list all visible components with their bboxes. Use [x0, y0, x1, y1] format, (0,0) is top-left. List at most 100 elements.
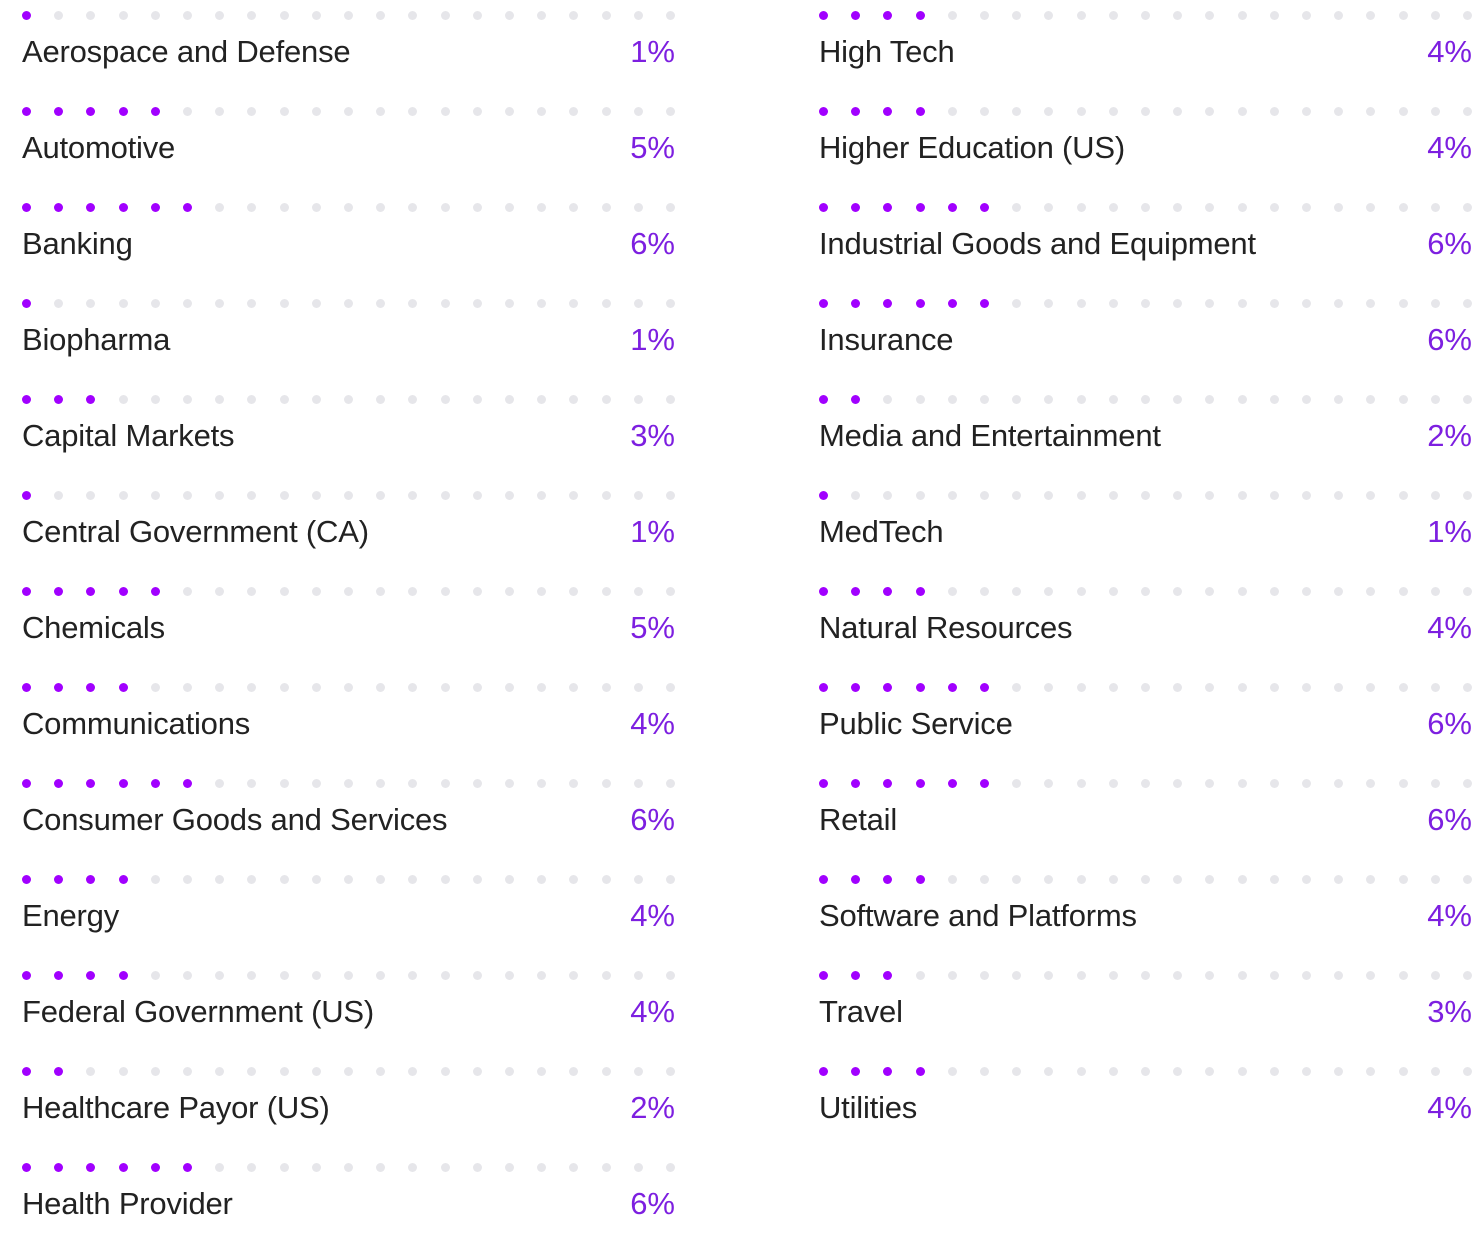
empty-dot [1108, 779, 1118, 788]
empty-dot [601, 203, 611, 212]
empty-dot [311, 107, 321, 116]
industry-row: Consumer Goods and Services 6% [22, 768, 675, 864]
empty-dot [1076, 1067, 1086, 1076]
empty-dot [150, 11, 160, 20]
empty-dot [279, 1067, 289, 1076]
empty-dot [666, 1067, 675, 1076]
empty-dot [118, 1067, 128, 1076]
empty-dot [1269, 875, 1279, 884]
empty-dot [1269, 491, 1279, 500]
filled-dot [22, 971, 31, 980]
dot-bar [22, 874, 675, 886]
empty-dot [1430, 683, 1440, 692]
empty-dot [1302, 203, 1311, 212]
empty-dot [86, 299, 96, 308]
empty-dot [1173, 779, 1183, 788]
empty-dot [440, 971, 450, 980]
empty-dot [1108, 299, 1118, 308]
industry-row: Healthcare Payor (US) 2% [22, 1056, 675, 1152]
empty-dot [1173, 683, 1183, 692]
empty-dot [1173, 395, 1183, 404]
industry-row: Media and Entertainment 2% [819, 384, 1472, 480]
empty-dot [1076, 875, 1086, 884]
empty-dot [1108, 395, 1118, 404]
empty-dot [1141, 395, 1150, 404]
filled-dot [947, 299, 957, 308]
industry-percent: 1% [630, 322, 675, 357]
empty-dot [1108, 587, 1118, 596]
empty-dot [947, 875, 957, 884]
empty-dot [633, 299, 643, 308]
empty-dot [666, 683, 675, 692]
empty-dot [1334, 395, 1344, 404]
filled-dot [851, 395, 861, 404]
empty-dot [1430, 587, 1440, 596]
industry-row: Biopharma 1% [22, 288, 675, 384]
empty-dot [569, 779, 579, 788]
empty-dot [851, 491, 861, 500]
dot-bar [819, 586, 1472, 598]
empty-dot [376, 683, 386, 692]
empty-dot [601, 1067, 611, 1076]
empty-dot [86, 491, 96, 500]
empty-dot [947, 11, 957, 20]
empty-dot [440, 491, 450, 500]
empty-dot [1044, 491, 1054, 500]
dot-bar [22, 586, 675, 598]
empty-dot [1430, 203, 1440, 212]
empty-dot [1237, 299, 1247, 308]
industry-percent: 1% [630, 514, 675, 549]
filled-dot [22, 1163, 31, 1172]
empty-dot [1012, 203, 1022, 212]
empty-dot [1302, 491, 1311, 500]
filled-dot [22, 395, 31, 404]
empty-dot [215, 107, 225, 116]
empty-dot [247, 683, 257, 692]
empty-dot [666, 395, 675, 404]
dot-bar [819, 490, 1472, 502]
empty-dot [1012, 11, 1022, 20]
empty-dot [633, 683, 643, 692]
filled-dot [86, 875, 96, 884]
empty-dot [183, 491, 192, 500]
empty-dot [1076, 203, 1086, 212]
empty-dot [601, 1163, 611, 1172]
empty-dot [1430, 107, 1440, 116]
empty-dot [1430, 875, 1440, 884]
empty-dot [86, 11, 96, 20]
empty-dot [311, 1163, 321, 1172]
empty-dot [633, 11, 643, 20]
dot-bar [819, 970, 1472, 982]
empty-dot [1108, 491, 1118, 500]
empty-dot [440, 395, 450, 404]
empty-dot [1044, 299, 1054, 308]
empty-dot [666, 971, 675, 980]
industry-column-right: High Tech 4% Higher Education (US) 4% Indust… [819, 0, 1472, 1152]
empty-dot [54, 299, 64, 308]
empty-dot [537, 587, 547, 596]
empty-dot [1173, 299, 1183, 308]
empty-dot [1076, 683, 1086, 692]
empty-dot [1269, 395, 1279, 404]
empty-dot [376, 203, 386, 212]
empty-dot [344, 875, 353, 884]
filled-dot [819, 971, 828, 980]
empty-dot [247, 971, 257, 980]
filled-dot [883, 587, 893, 596]
industry-row: Utilities 4% [819, 1056, 1472, 1152]
empty-dot [505, 683, 514, 692]
filled-dot [851, 971, 861, 980]
empty-dot [472, 1163, 482, 1172]
empty-dot [1430, 11, 1440, 20]
empty-dot [344, 1067, 353, 1076]
empty-dot [279, 11, 289, 20]
filled-dot [915, 203, 925, 212]
empty-dot [537, 299, 547, 308]
industry-label: Insurance [819, 322, 954, 357]
empty-dot [666, 875, 675, 884]
empty-dot [633, 1163, 643, 1172]
empty-dot [1430, 779, 1440, 788]
industry-percent: 6% [630, 226, 675, 261]
filled-dot [118, 107, 128, 116]
industry-label: High Tech [819, 34, 955, 69]
